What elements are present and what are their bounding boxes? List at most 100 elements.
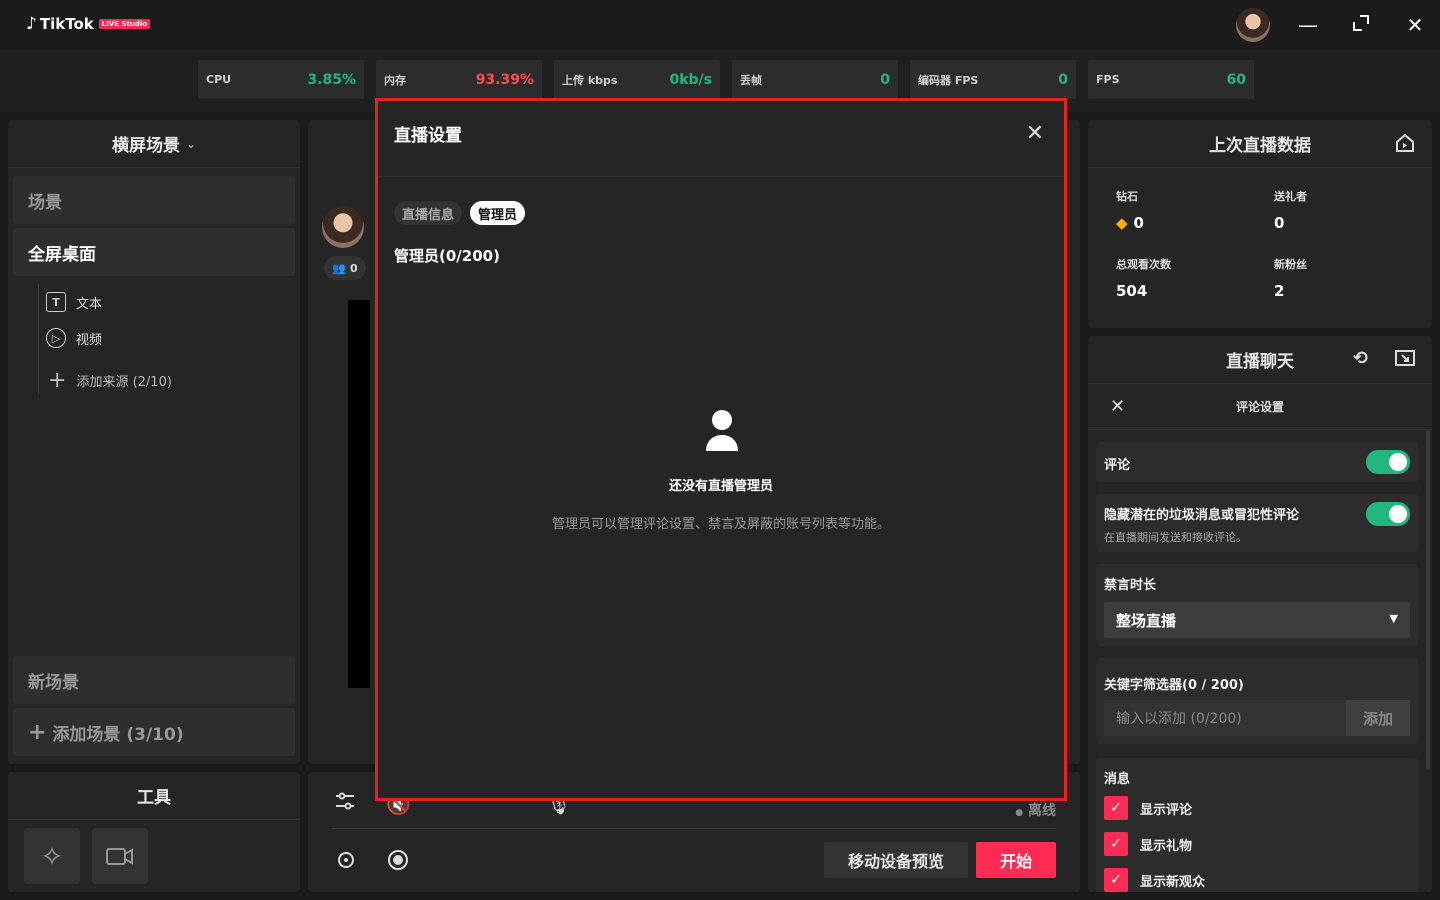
add-scene-button[interactable]: + 添加场景 (3/10) (13, 708, 295, 756)
stat-upload: 上传 kbps 0kb/s (554, 60, 720, 99)
empty-state-title: 还没有直播管理员 (668, 479, 773, 494)
keyword-input[interactable]: 输入以添加 (0/200) (1104, 700, 1350, 736)
last-live-header: 上次直播数据 (1088, 120, 1432, 168)
home-icon[interactable] (1394, 132, 1416, 159)
people-icon: 👥 (332, 261, 347, 275)
add-scene-label: 添加场景 (3/10) (52, 724, 184, 745)
followers-value: 2 (1274, 282, 1285, 300)
mute-duration-value: 整场直播 (1116, 611, 1177, 630)
caret-down-icon: ▼ (1389, 612, 1398, 625)
tab-live-info[interactable]: 直播信息 (394, 201, 463, 225)
gifters-label: 送礼者 (1274, 190, 1307, 203)
stat-value: 3.85% (307, 71, 356, 88)
scene-panel-header[interactable]: 横屏场景 ⌄ (8, 120, 300, 168)
play-icon: ▷ (46, 328, 66, 348)
gifters-stat: 送礼者 0 (1274, 188, 1307, 232)
maximize-icon[interactable] (1348, 12, 1374, 38)
keyword-add-button[interactable]: 添加 (1346, 700, 1410, 736)
show-gifts-row[interactable]: ✓ 显示礼物 (1104, 832, 1192, 856)
mute-duration-setting: 禁言时长 整场直播 ▼ (1096, 564, 1418, 646)
admin-count: 管理员(0/200) (394, 247, 500, 265)
scene-item[interactable]: 新场景 (13, 656, 295, 704)
live-chat-panel: 直播聊天 ⟲ ✕ 评论设置 评论 隐藏潜在的垃圾消息或冒犯性评论 在直播期间发送… (1088, 336, 1432, 892)
settings-sliders-icon[interactable] (334, 790, 356, 817)
show-gifts-label: 显示礼物 (1140, 838, 1193, 854)
stat-label: FPS (1096, 73, 1120, 86)
scene-panel-title: 横屏场景 (111, 136, 180, 156)
tools-header: 工具 (8, 772, 300, 820)
hide-spam-label: 隐藏潜在的垃圾消息或冒犯性评论 (1104, 508, 1300, 523)
tab-admin[interactable]: 管理员 (470, 201, 526, 225)
record-icon[interactable] (386, 848, 410, 877)
messages-label: 消息 (1104, 772, 1131, 787)
tools-panel: 工具 ✧ (8, 772, 300, 892)
mobile-preview-button[interactable]: 移动设备预览 (824, 842, 968, 878)
comment-settings-header: ✕ 评论设置 (1088, 384, 1432, 430)
source-item-video[interactable]: ▷ 视频 (46, 328, 102, 348)
comments-toggle[interactable] (1366, 450, 1410, 474)
camera-icon[interactable] (92, 828, 148, 884)
sparkle-effects-icon[interactable]: ✧ (24, 828, 80, 884)
viewer-count-pill: 👥 0 (324, 256, 366, 280)
stat-label: 内存 (384, 73, 406, 87)
last-live-panel: 上次直播数据 钻石 ◆ 0 送礼者 0 总观看次数 504 新粉丝 2 (1088, 120, 1432, 328)
divider (332, 828, 1056, 829)
empty-state-description: 管理员可以管理评论设置、禁言及屏蔽的账号列表等功能。 (551, 517, 890, 532)
popout-icon[interactable] (1394, 348, 1416, 373)
minimize-icon[interactable]: — (1295, 12, 1321, 38)
show-new-viewers-row[interactable]: ✓ 显示新观众 (1104, 868, 1205, 892)
hide-spam-toggle[interactable] (1366, 502, 1410, 526)
scrollbar[interactable] (1426, 430, 1430, 770)
diamonds-stat: 钻石 ◆ 0 (1116, 188, 1144, 232)
followers-label: 新粉丝 (1274, 258, 1307, 271)
refresh-settings-icon[interactable]: ⟲ (1353, 348, 1368, 369)
source-label: 文本 (76, 296, 103, 312)
source-item-text[interactable]: T 文本 (46, 292, 102, 312)
views-value: 504 (1116, 282, 1148, 300)
views-stat: 总观看次数 504 (1116, 256, 1171, 300)
streamer-avatar[interactable] (322, 206, 364, 248)
tiktok-note-icon: ♪ (26, 14, 37, 34)
followers-stat: 新粉丝 2 (1274, 256, 1307, 300)
chevron-down-icon: ⌄ (185, 136, 197, 151)
tiktok-logo: ♪ TikTok LIVE Studio (26, 14, 151, 34)
video-preview (348, 300, 370, 688)
checkbox-checked-icon[interactable]: ✓ (1104, 796, 1128, 820)
plus-icon: + (28, 719, 47, 745)
show-comments-row[interactable]: ✓ 显示评论 (1104, 796, 1192, 820)
stat-fps: FPS 60 (1088, 60, 1254, 99)
show-comments-label: 显示评论 (1140, 802, 1193, 818)
close-window-icon[interactable]: ✕ (1402, 12, 1428, 38)
logo-text: TikTok (39, 15, 94, 33)
close-icon[interactable]: ✕ (1110, 396, 1125, 417)
chat-header: 直播聊天 ⟲ (1088, 336, 1432, 384)
stat-value: 93.39% (475, 71, 534, 88)
stat-dropped-frames: 丢帧 0 (732, 60, 898, 99)
status-dot-icon: ● (1015, 808, 1024, 818)
stat-label: CPU (206, 73, 232, 86)
hide-spam-setting: 隐藏潜在的垃圾消息或冒犯性评论 在直播期间发送和接收评论。 (1096, 494, 1418, 552)
close-icon[interactable]: ✕ (1026, 121, 1044, 146)
source-label: 视频 (76, 332, 103, 348)
add-source-button[interactable]: + 添加来源 (2/10) (48, 368, 172, 393)
live-studio-badge: LIVE Studio (98, 19, 151, 29)
viewer-count: 0 (350, 261, 358, 275)
checkbox-checked-icon[interactable]: ✓ (1104, 832, 1128, 856)
gear-icon[interactable] (334, 848, 358, 877)
offline-label: 离线 (1028, 803, 1056, 819)
mute-duration-dropdown[interactable]: 整场直播 ▼ (1104, 602, 1410, 638)
connection-status: ● 离线 (1015, 800, 1056, 820)
checkbox-checked-icon[interactable]: ✓ (1104, 868, 1128, 892)
hide-spam-sub: 在直播期间发送和接收评论。 (1104, 531, 1247, 544)
stat-label: 上传 kbps (562, 73, 618, 87)
user-avatar[interactable] (1236, 8, 1270, 42)
comments-label: 评论 (1104, 458, 1131, 473)
scene-item[interactable]: 场景 (13, 176, 295, 224)
modal-title: 直播设置 (394, 126, 462, 146)
add-source-label: 添加来源 (2/10) (76, 375, 172, 390)
stat-encoder-fps: 编码器 FPS 0 (910, 60, 1076, 99)
scene-item-active[interactable]: 全屏桌面 (13, 228, 295, 276)
views-label: 总观看次数 (1116, 258, 1171, 271)
messages-setting: 消息 ✓ 显示评论 ✓ 显示礼物 ✓ 显示新观众 (1096, 758, 1418, 892)
start-live-button[interactable]: 开始 (976, 842, 1056, 878)
